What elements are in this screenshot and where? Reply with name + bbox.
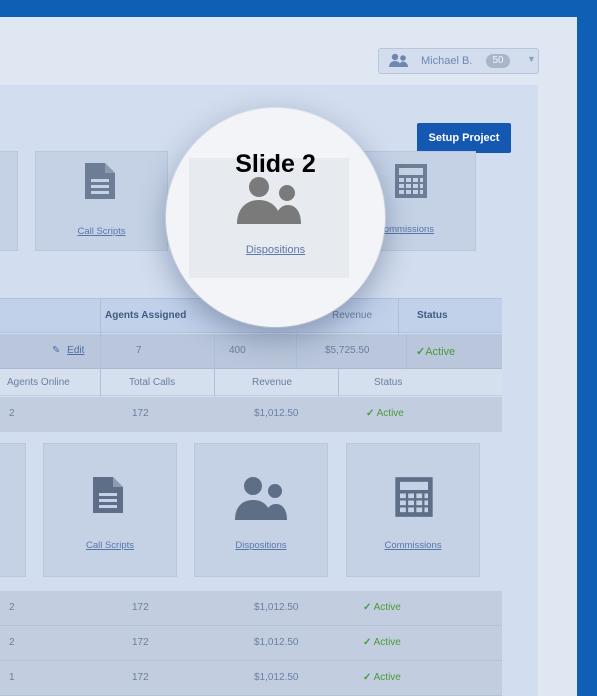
call-scripts-link[interactable]: Call Scripts [44,540,176,551]
magnifier-lens: Slide 2 Dispositions [166,108,385,327]
check-icon: ✓ [363,672,372,683]
user-menu[interactable]: Michael B. 50 ▼ [378,48,539,74]
users-icon [237,177,301,224]
table-row: 2 172 $1,012.50 ✓ Active [0,626,502,661]
calls-value: 172 [132,672,149,683]
col-revenue: Revenue [252,377,293,388]
dispositions-link[interactable]: Dispositions [166,244,385,256]
divider [296,334,297,369]
revenue-value: $5,725.50 [325,345,370,356]
commissions-link[interactable]: Commissions [347,540,479,551]
document-icon [93,477,123,513]
divider [406,334,407,369]
calculator-icon [395,477,433,517]
call-scripts-link[interactable]: Call Scripts [36,226,167,237]
card-commissions-2[interactable]: Commissions [346,443,480,577]
col-status: Status [374,377,403,388]
calls-value: 172 [132,637,149,648]
divider [100,334,101,369]
divider [100,369,101,396]
col-total-calls: Total Calls [129,377,176,388]
app-window: Michael B. 50 ▼ Setup Project Call Scrip… [0,17,577,696]
check-icon: ✓ [366,408,375,419]
revenue-value: $1,012.50 [254,408,299,419]
notification-badge: 50 [486,54,510,68]
dispositions-link[interactable]: Dispositions [195,540,327,551]
card-partial [0,443,26,577]
revenue-value: $1,012.50 [254,637,299,648]
divider [214,334,215,369]
edit-label: Edit [67,345,85,356]
pencil-icon: ✎ [52,345,61,356]
status-label: Active [376,408,404,419]
agents-assigned-value: 7 [136,345,142,356]
status-badge: ✓ Active [363,672,401,683]
user-name: Michael B. [421,55,473,67]
status-label: Active [373,672,401,683]
setup-project-button[interactable]: Setup Project [417,123,511,153]
users-icon [389,53,408,67]
total-calls-value: 172 [132,408,149,419]
col-revenue: Revenue [332,310,373,321]
status-badge: ✓ Active [363,637,401,648]
table-row: 2 172 $1,012.50 ✓ Active [0,397,502,432]
commissions-link[interactable]: Commissions [377,224,434,235]
card-partial [0,151,18,251]
col-agents-assigned: Agents Assigned [105,310,187,321]
chevron-down-icon: ▼ [527,54,536,64]
col-agents-online: Agents Online [7,377,70,388]
status-label: Active [373,602,401,613]
status-label: Active [425,346,456,358]
users-icon [235,477,287,520]
slide-title: Slide 2 [235,150,316,178]
revenue-value: $1,012.50 [254,602,299,613]
revenue-value: $1,012.50 [254,672,299,683]
agents-online-value: 2 [9,408,15,419]
agents-value: 2 [9,637,15,648]
divider [398,299,399,334]
status-badge: ✓Active [416,345,455,358]
divider [338,369,339,396]
check-icon: ✓ [363,637,372,648]
edit-link[interactable]: ✎ Edit [52,345,84,356]
status-label: Active [373,637,401,648]
agents-table-header: Agents Online Total Calls Revenue Status [0,369,502,396]
check-icon: ✓ [416,346,426,358]
calls-value: 172 [132,602,149,613]
status-badge: ✓ Active [363,602,401,613]
table-row: ✎ Edit 7 400 $5,725.50 ✓Active [0,334,502,369]
agents-value: 1 [9,672,15,683]
agents-value: 2 [9,602,15,613]
document-icon [85,163,115,199]
divider [214,369,215,396]
calls-value: 400 [229,345,246,356]
divider [100,299,101,334]
col-status: Status [417,310,448,321]
status-badge: ✓ Active [366,408,404,419]
card-call-scripts[interactable]: Call Scripts [35,151,168,251]
calculator-icon [395,164,427,198]
table-row: 2 172 $1,012.50 ✓ Active [0,591,502,626]
table-row: 1 172 $1,012.50 ✓ Active [0,661,502,696]
card-call-scripts-2[interactable]: Call Scripts [43,443,177,577]
check-icon: ✓ [363,602,372,613]
card-dispositions-2[interactable]: Dispositions [194,443,328,577]
